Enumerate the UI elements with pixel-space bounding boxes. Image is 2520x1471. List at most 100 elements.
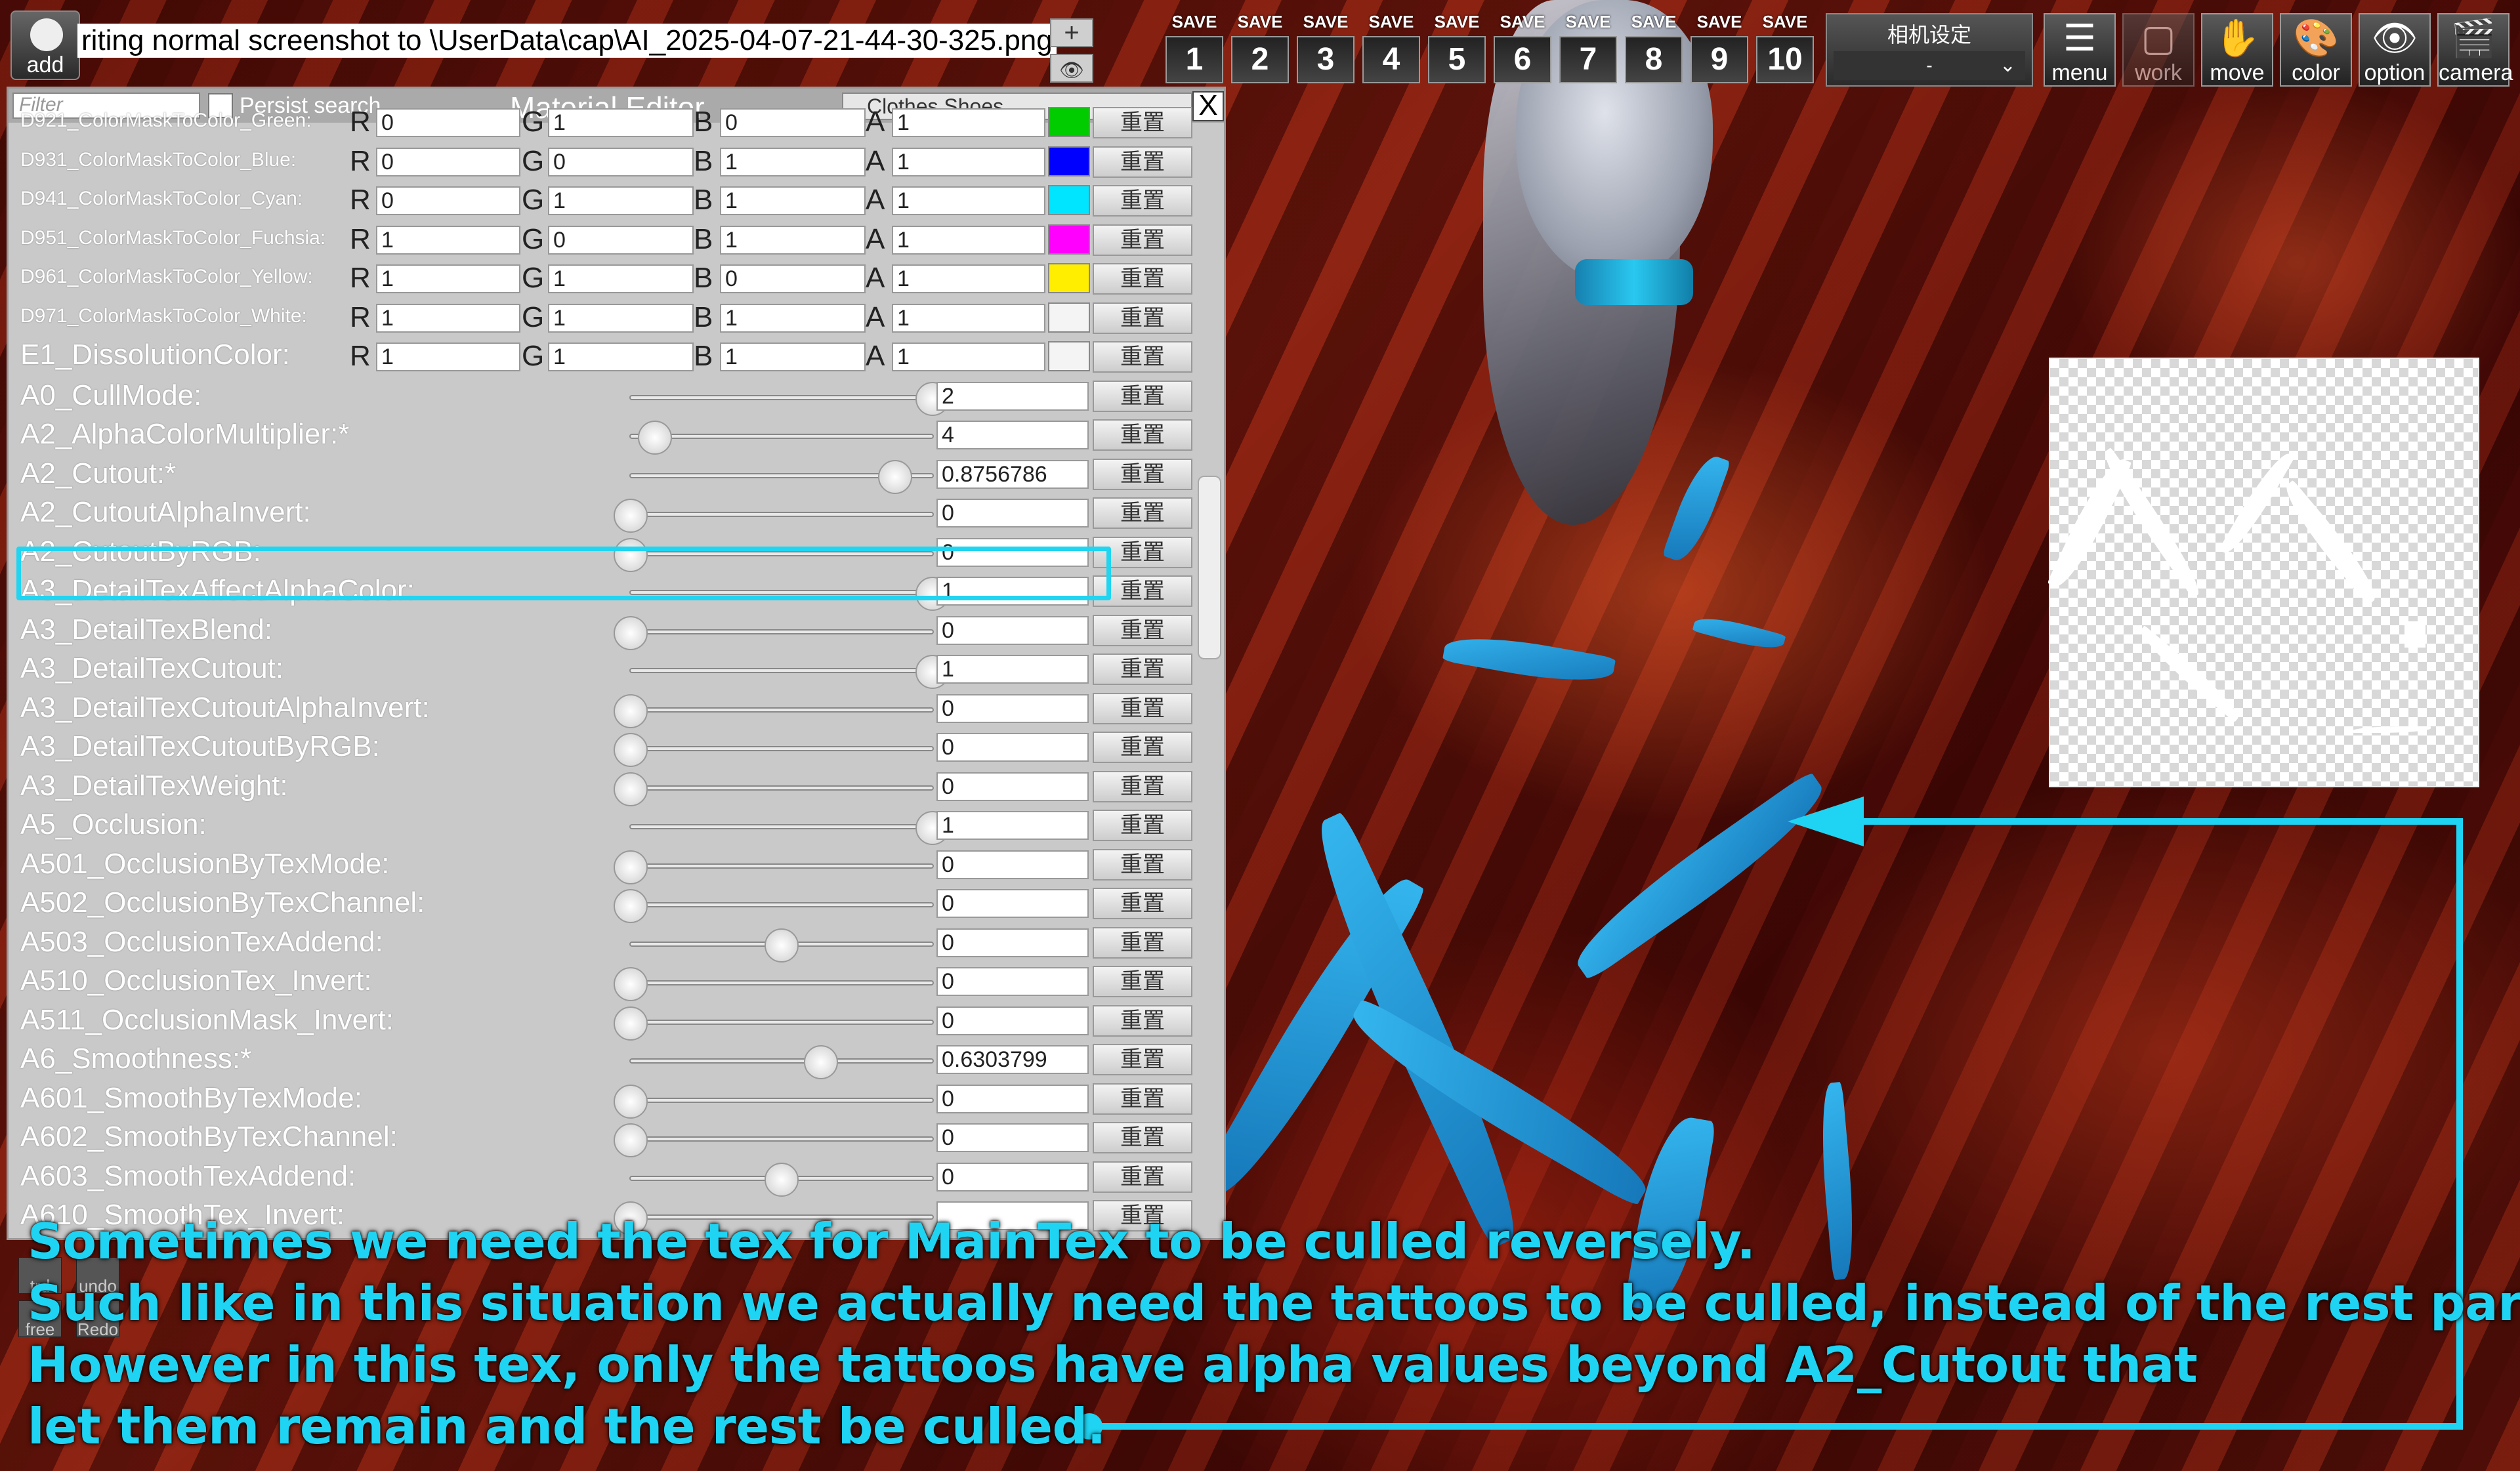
value-input[interactable]: 0 [936,499,1089,528]
reset-button[interactable]: 重置 [1093,341,1192,373]
value-input[interactable]: 0 [936,1123,1089,1152]
channel-input-b[interactable]: 0 [720,108,866,137]
slider-track[interactable] [629,655,950,689]
slider-track[interactable] [614,1123,934,1157]
channel-input-b[interactable]: 1 [720,186,866,215]
reset-button[interactable]: 重置 [1093,966,1192,997]
slider-track[interactable] [629,928,934,963]
save-slot-3[interactable]: SAVE 3 [1297,12,1354,89]
option-button[interactable]: 👁 option [2359,13,2431,87]
slider-handle[interactable] [614,499,648,533]
value-input[interactable]: 0 [936,928,1089,957]
slider-handle[interactable] [614,615,648,650]
reset-button[interactable]: 重置 [1093,653,1192,685]
reset-button[interactable]: 重置 [1093,1122,1192,1153]
slider-handle[interactable] [614,1006,648,1041]
channel-input-a[interactable]: 1 [892,342,1045,371]
channel-input-g[interactable]: 0 [548,225,694,255]
value-input[interactable]: 0 [936,1006,1089,1035]
reset-button[interactable]: 重置 [1093,419,1192,451]
eye-toggle-button[interactable]: 👁 [1050,54,1093,83]
color-button[interactable]: 🎨 color [2280,13,2352,87]
slider-track[interactable] [629,381,950,416]
channel-input-r[interactable]: 0 [376,147,520,176]
slider-handle[interactable] [614,694,648,728]
value-input[interactable]: 0 [936,615,1089,645]
channel-input-a[interactable]: 1 [892,147,1045,176]
camera-button[interactable]: 🎬 camera [2437,13,2513,87]
save-slot-8[interactable]: SAVE 8 [1625,12,1683,89]
color-swatch[interactable] [1048,146,1090,176]
reset-button[interactable]: 重置 [1093,1044,1192,1075]
channel-input-a[interactable]: 1 [892,303,1045,333]
slider-handle[interactable] [614,889,648,923]
value-input[interactable]: 2 [936,381,1089,411]
value-input[interactable]: 0 [936,850,1089,879]
slider-handle[interactable] [614,1084,648,1119]
plus-button[interactable]: + [1050,18,1093,47]
channel-input-g[interactable]: 1 [548,342,694,371]
reset-button[interactable]: 重置 [1093,732,1192,763]
slider-track[interactable] [614,967,934,1001]
value-input[interactable]: 0 [936,733,1089,762]
channel-input-r[interactable]: 1 [376,303,520,333]
save-slot-7[interactable]: SAVE 7 [1559,12,1617,89]
reset-button[interactable]: 重置 [1093,926,1192,959]
slider-track[interactable] [629,459,934,494]
slider-track[interactable] [614,889,934,923]
slider-track[interactable] [614,694,934,728]
color-swatch[interactable] [1048,107,1090,137]
value-input[interactable]: 0 [936,1084,1089,1113]
channel-input-a[interactable]: 1 [892,225,1045,255]
reset-button[interactable]: 重置 [1093,224,1192,256]
save-slot-5[interactable]: SAVE 5 [1428,12,1486,89]
reset-button[interactable]: 重置 [1093,888,1192,919]
slider-track[interactable] [614,772,934,806]
camera-settings-select[interactable]: - ⌄ [1834,51,2025,80]
slider-handle[interactable] [614,733,648,767]
reset-button[interactable]: 重置 [1093,770,1192,802]
reset-button[interactable]: 重置 [1093,1005,1192,1037]
reset-button[interactable]: 重置 [1093,497,1192,529]
move-button[interactable]: ✋ move [2201,13,2273,87]
save-slot-1[interactable]: SAVE 1 [1166,12,1223,89]
channel-input-g[interactable]: 1 [548,186,694,215]
slider-track[interactable] [614,1006,934,1041]
value-input[interactable]: 0 [936,889,1089,918]
reset-button[interactable]: 重置 [1093,107,1192,138]
value-input[interactable]: 0.8756786 [936,459,1089,489]
slider-handle[interactable] [877,459,912,494]
scrollbar-thumb[interactable] [1198,476,1221,659]
channel-input-r[interactable]: 1 [376,264,520,293]
value-input[interactable]: 0 [936,694,1089,723]
channel-input-b[interactable]: 1 [720,225,866,255]
save-slot-6[interactable]: SAVE 6 [1494,12,1551,89]
channel-input-r[interactable]: 1 [376,225,520,255]
channel-input-a[interactable]: 1 [892,186,1045,215]
reset-button[interactable]: 重置 [1093,458,1192,490]
work-button[interactable]: ▢ work [2122,13,2194,87]
channel-input-b[interactable]: 1 [720,342,866,371]
color-swatch[interactable] [1048,224,1090,255]
channel-input-r[interactable]: 1 [376,342,520,371]
channel-input-a[interactable]: 1 [892,108,1045,137]
channel-input-b[interactable]: 0 [720,264,866,293]
reset-button[interactable]: 重置 [1093,380,1192,412]
slider-handle[interactable] [614,1123,648,1157]
save-slot-2[interactable]: SAVE 2 [1231,12,1289,89]
value-input[interactable]: 0 [936,1162,1089,1191]
slider-handle[interactable] [637,421,672,455]
camera-settings-dropdown[interactable]: 相机设定 - ⌄ [1826,13,2033,87]
slider-handle[interactable] [765,1162,799,1197]
value-input[interactable]: 0 [936,772,1089,801]
slider-handle[interactable] [614,967,648,1001]
reset-button[interactable]: 重置 [1093,810,1192,841]
channel-input-r[interactable]: 0 [376,186,520,215]
slider-handle[interactable] [614,850,648,884]
channel-input-a[interactable]: 1 [892,264,1045,293]
slider-track[interactable] [629,1162,934,1197]
color-swatch[interactable] [1048,341,1090,371]
slider-track[interactable] [614,615,934,650]
reset-button[interactable]: 重置 [1093,302,1192,334]
reset-button[interactable]: 重置 [1093,1161,1192,1193]
